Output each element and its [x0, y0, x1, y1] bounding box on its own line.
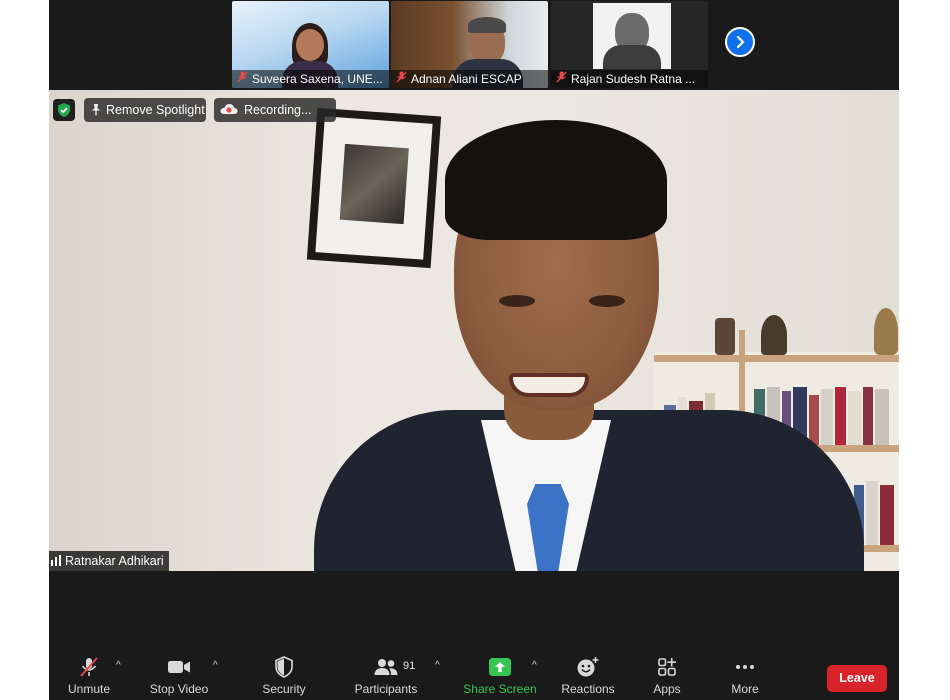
pin-icon: [92, 104, 100, 116]
share-screen-icon: [460, 656, 540, 678]
meeting-toolbar: Unmute ^ Stop Video ^ Security Participa…: [49, 571, 899, 700]
zoom-meeting-window: Suveera Saxena, UNE... Adnan Aliani ESCA…: [49, 0, 899, 700]
video-camera-icon: [147, 656, 211, 678]
reactions-smiley-icon: [557, 656, 619, 678]
stop-video-button[interactable]: Stop Video: [147, 656, 211, 696]
share-screen-label: Share Screen: [463, 682, 537, 696]
thumbnail-name: Suveera Saxena, UNE...: [252, 72, 383, 86]
more-button[interactable]: More: [725, 656, 765, 696]
active-speaker-name: Ratnakar Adhikari: [65, 554, 164, 568]
encryption-shield-icon[interactable]: [53, 99, 75, 121]
more-label: More: [731, 682, 759, 696]
security-label: Security: [262, 682, 306, 696]
unmute-button[interactable]: Unmute: [61, 656, 117, 696]
mic-muted-icon: [394, 70, 408, 88]
apps-icon: [647, 656, 687, 678]
gallery-strip: Suveera Saxena, UNE... Adnan Aliani ESCA…: [49, 0, 899, 90]
participants-label: Participants: [354, 682, 418, 696]
reactions-button[interactable]: Reactions: [557, 656, 619, 696]
cloud-recording-icon: [220, 104, 238, 114]
leave-button[interactable]: Leave: [827, 665, 887, 692]
thumbnail-participant[interactable]: Rajan Sudesh Ratna ...: [551, 1, 708, 88]
share-screen-button[interactable]: Share Screen: [460, 656, 540, 696]
audio-options-caret-icon[interactable]: ^: [116, 660, 121, 671]
speaker-video[interactable]: Remove Spotlight Recording... Ratnakar A…: [49, 90, 899, 571]
remove-spotlight-button[interactable]: Remove Spotlight: [84, 98, 206, 122]
mic-muted-icon: [235, 70, 249, 88]
apps-label: Apps: [653, 682, 681, 696]
thumbnail-name-bar: Suveera Saxena, UNE...: [232, 70, 389, 88]
thumbnail-name-bar: Rajan Sudesh Ratna ...: [551, 70, 708, 88]
next-page-button[interactable]: [725, 27, 755, 57]
audio-level-icon: [51, 552, 61, 571]
thumbnail-name-bar: Adnan Aliani ESCAP: [391, 70, 548, 88]
unmute-label: Unmute: [67, 682, 111, 696]
reactions-label: Reactions: [561, 682, 615, 696]
stop-video-label: Stop Video: [149, 682, 209, 696]
mic-muted-icon: [554, 70, 568, 88]
thumbnail-name: Adnan Aliani ESCAP: [411, 72, 522, 86]
mic-muted-icon: [61, 656, 117, 678]
active-speaker-label: Ratnakar Adhikari: [49, 551, 169, 571]
apps-button[interactable]: Apps: [647, 656, 687, 696]
security-shield-icon: [254, 656, 314, 678]
thumbnail-name: Rajan Sudesh Ratna ...: [571, 72, 696, 86]
wall-picture: [306, 107, 442, 269]
thumbnail-participant[interactable]: Suveera Saxena, UNE...: [232, 1, 389, 88]
video-options-caret-icon[interactable]: ^: [213, 660, 218, 671]
more-dots-icon: [725, 656, 765, 678]
participant-count: 91: [403, 660, 416, 672]
recording-indicator[interactable]: Recording...: [214, 98, 336, 122]
thumbnail-participant[interactable]: Adnan Aliani ESCAP: [391, 1, 548, 88]
chevron-right-icon: [736, 35, 745, 49]
remove-spotlight-label: Remove Spotlight: [106, 103, 205, 117]
recording-label: Recording...: [244, 103, 312, 117]
share-options-caret-icon[interactable]: ^: [532, 660, 537, 671]
participants-options-caret-icon[interactable]: ^: [435, 660, 440, 671]
security-button[interactable]: Security: [254, 656, 314, 696]
